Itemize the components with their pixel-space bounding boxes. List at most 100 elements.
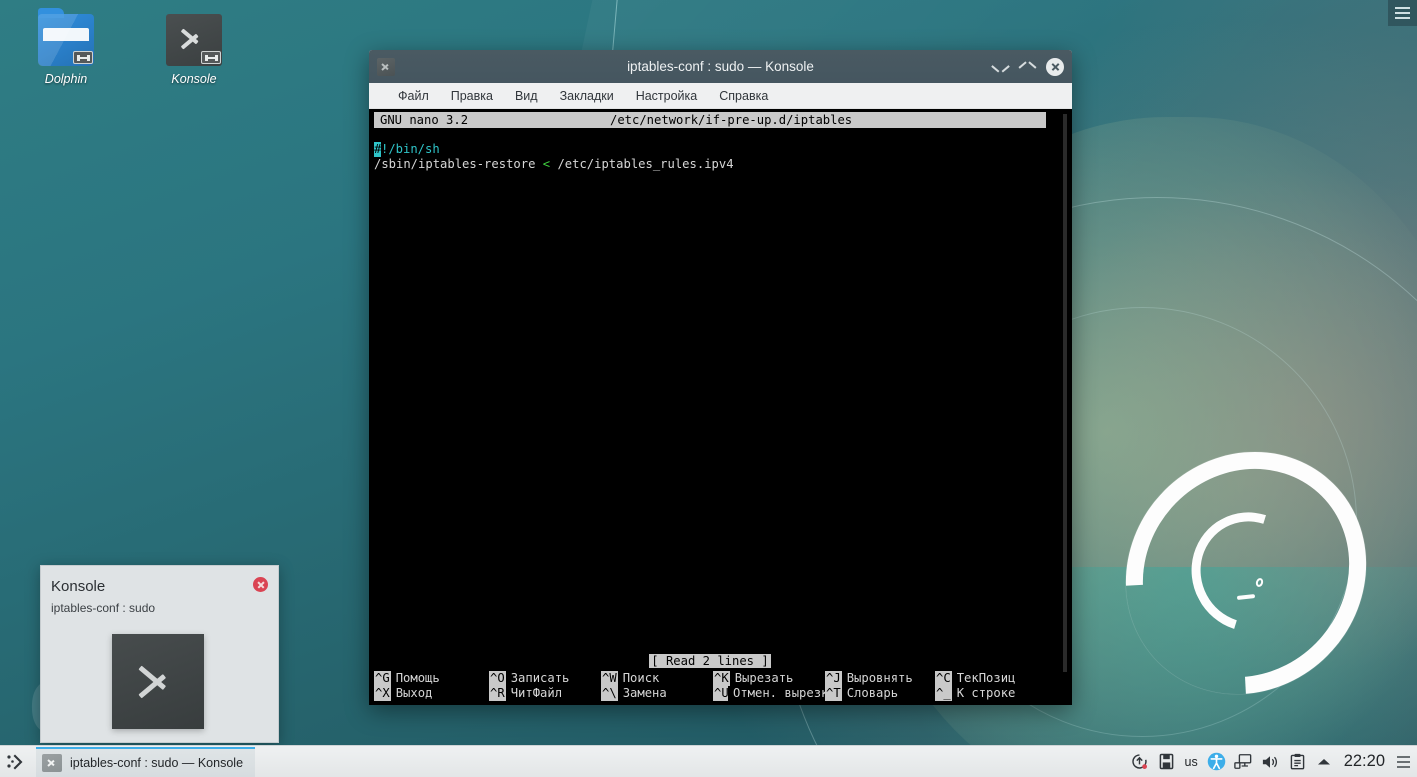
shortcut-search[interactable]: ^WПоиск [601,671,713,686]
nano-footer: [ Read 2 lines ] ^GПомощь ^OЗаписать ^WП… [369,654,1072,705]
shortcut-curpos[interactable]: ^CТекПозиц [935,671,1045,686]
shortcut-readfile[interactable]: ^RЧитФайл [489,686,601,701]
shortcut-key: ^_ [935,686,952,701]
konsole-window[interactable]: iptables-conf : sudo — Konsole Файл Прав… [369,50,1072,705]
shortcut-replace[interactable]: ^\Замена [601,686,713,701]
desktop-icon-konsole[interactable]: Konsole [149,14,239,86]
shortcut-label: Вырезать [730,671,794,686]
konsole-icon [377,58,395,76]
system-tray[interactable]: us [1126,746,1417,777]
desktop-icon-label: Dolphin [21,72,111,86]
shortcut-key: ^\ [601,686,618,701]
shortcut-help[interactable]: ^GПомощь [374,671,489,686]
hamburger-menu-icon [1395,7,1410,9]
code-line-2-cmd: /sbin/iptables-restore [374,157,543,171]
code-line-2-arg: /etc/iptables_rules.ipv4 [550,157,733,171]
hamburger-menu-icon [1397,766,1410,768]
tooltip-window-preview[interactable] [112,634,204,729]
shortcut-label: Записать [506,671,570,686]
panel-menu-button[interactable] [1393,746,1413,777]
shortcut-key: ^O [489,671,506,686]
symlink-badge-icon [201,51,221,64]
desktop-icon-label: Konsole [149,72,239,86]
minimize-button[interactable] [992,58,1009,75]
clipboard-icon [1290,753,1305,770]
text-cursor: # [374,142,381,157]
hamburger-menu-icon [1397,761,1410,763]
shortcut-exit[interactable]: ^XВыход [374,686,489,701]
folder-icon [38,14,94,66]
menu-item-bookmarks[interactable]: Закладки [549,85,625,107]
nano-title-line: GNU nano 3.2 /etc/network/if-pre-up.d/ip… [374,112,1046,128]
application-launcher-button[interactable] [0,746,32,777]
clock[interactable]: 22:20 [1338,752,1393,771]
tray-volume-button[interactable] [1257,746,1284,777]
shortcut-writeout[interactable]: ^OЗаписать [489,671,601,686]
shortcut-key: ^U [713,686,728,701]
nano-filepath: /etc/network/if-pre-up.d/iptables [610,112,852,128]
konsole-icon [42,754,62,772]
terminal-scrollbar-thumb[interactable] [1063,114,1067,672]
tray-removable-device-button[interactable] [1153,746,1180,777]
shortcut-justify[interactable]: ^JВыровнять [825,671,935,686]
shortcut-label: Отмен. вырезк [728,686,828,701]
taskbar-task-konsole[interactable]: iptables-conf : sudo — Konsole [36,747,255,777]
tray-accessibility-button[interactable] [1203,746,1230,777]
hamburger-menu-icon [1395,17,1410,19]
window-title: iptables-conf : sudo — Konsole [369,59,1072,74]
menu-item-file[interactable]: Файл [387,85,440,107]
code-line-1: #!/bin/sh [374,142,1068,157]
shortcut-label: К строке [952,686,1016,701]
shortcut-key: ^C [935,671,952,686]
shortcut-key: ^R [489,686,506,701]
menu-item-view[interactable]: Вид [504,85,549,107]
desktop[interactable]: deb Dolphin Konsole iptables-conf : sudo… [0,0,1417,777]
hamburger-menu-icon [1397,756,1410,758]
updates-icon [1131,753,1148,770]
nano-status-text: [ Read 2 lines ] [649,654,770,668]
close-button[interactable] [1046,58,1064,76]
shortcut-label: Словарь [842,686,898,701]
nano-version: GNU nano 3.2 [374,112,468,128]
terminal-scrollbar[interactable] [1059,112,1070,705]
taskbar[interactable]: iptables-conf : sudo — Konsole us [0,745,1417,777]
shortcut-label: Помощь [391,671,440,686]
nano-text-area[interactable]: #!/bin/sh /sbin/iptables-restore < /etc/… [374,128,1068,172]
desktop-toolbar-menu-button[interactable] [1388,0,1417,26]
nano-shortcut-row-1: ^GПомощь ^OЗаписать ^WПоиск ^KВырезать ^… [374,671,1046,686]
shortcut-spell[interactable]: ^TСловарь [825,686,935,701]
accessibility-icon [1207,752,1226,771]
menu-item-help[interactable]: Справка [708,85,779,107]
terminal-view[interactable]: GNU nano 3.2 /etc/network/if-pre-up.d/ip… [369,109,1072,705]
menubar[interactable]: Файл Правка Вид Закладки Настройка Справ… [369,83,1072,109]
shortcut-key: ^W [601,671,618,686]
maximize-button[interactable] [1019,58,1036,75]
taskbar-task-label: iptables-conf : sudo — Konsole [70,756,243,770]
shortcut-key: ^J [825,671,842,686]
nano-shortcut-row-2: ^XВыход ^RЧитФайл ^\Замена ^UОтмен. выре… [374,686,1046,701]
tray-updates-button[interactable] [1126,746,1153,777]
shortcut-label: Выровнять [842,671,913,686]
shortcut-cut[interactable]: ^KВырезать [713,671,825,686]
shortcut-gotoline[interactable]: ^_К строке [935,686,1045,701]
show-hidden-icons-arrow-icon [1316,756,1332,768]
shortcut-uncut[interactable]: ^UОтмен. вырезк [713,686,825,701]
terminal-icon [166,14,222,66]
close-icon[interactable] [253,577,268,592]
shortcut-label: Выход [391,686,433,701]
keyboard-layout-indicator[interactable]: us [1180,755,1203,769]
tray-network-button[interactable] [1230,746,1257,777]
code-line-2-redirect: < [543,157,550,171]
menu-item-settings[interactable]: Настройка [625,85,709,107]
shortcut-label: Замена [618,686,667,701]
application-launcher-icon [6,753,26,771]
shortcut-label: Поиск [618,671,660,686]
code-line-2: /sbin/iptables-restore < /etc/iptables_r… [374,157,1068,172]
window-titlebar[interactable]: iptables-conf : sudo — Konsole [369,50,1072,83]
shortcut-label: ТекПозиц [952,671,1016,686]
tooltip-subtitle: iptables-conf : sudo [41,595,278,615]
menu-item-edit[interactable]: Правка [440,85,504,107]
tray-show-hidden-button[interactable] [1311,746,1338,777]
tray-clipboard-button[interactable] [1284,746,1311,777]
desktop-icon-dolphin[interactable]: Dolphin [21,14,111,86]
